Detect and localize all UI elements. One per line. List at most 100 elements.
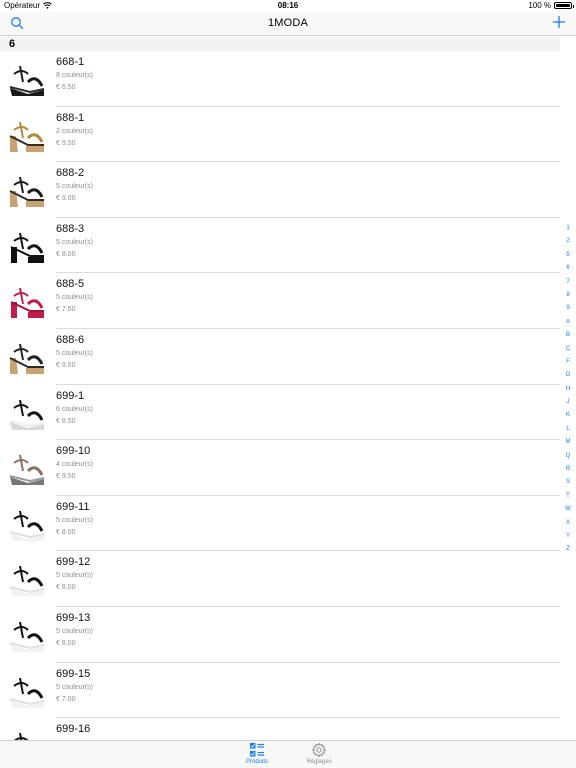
product-thumbnail: [9, 121, 44, 152]
status-time: 08:16: [277, 1, 299, 10]
product-name: 668-1: [56, 56, 85, 68]
product-color-count: 5 couleur(s): [56, 183, 93, 191]
index-letter[interactable]: Z: [566, 543, 570, 556]
product-color-count: 5 couleur(s): [56, 627, 93, 635]
index-letter[interactable]: F: [566, 356, 570, 369]
products-list-icon: [250, 743, 264, 757]
index-letter[interactable]: C: [566, 343, 570, 356]
product-color-count: 8 couleur(s): [56, 72, 93, 79]
product-thumbnail: [9, 65, 45, 96]
product-row[interactable]: 668-1 8 couleur(s) € 6.50: [0, 51, 560, 107]
tab-produits[interactable]: Produits: [232, 742, 282, 768]
index-letter[interactable]: R: [566, 463, 570, 476]
product-name: 699-12: [56, 556, 91, 569]
index-letter[interactable]: X: [566, 517, 570, 530]
product-name: 699-13: [56, 611, 91, 624]
index-letter[interactable]: W: [565, 503, 571, 516]
product-price: € 8.00: [56, 584, 76, 592]
product-name: 688-2: [56, 167, 85, 180]
product-row[interactable]: 688-1 2 couleur(s) € 9.00: [0, 106, 560, 163]
product-thumbnail: [9, 510, 45, 541]
index-letter[interactable]: 2: [566, 235, 569, 248]
product-price: € 8.00: [56, 639, 76, 647]
section-index[interactable]: 1256789ABCFGHJKLMQRSTWXYZ: [563, 222, 573, 557]
battery-percent: 100 %: [528, 1, 551, 10]
product-row[interactable]: 688-3 5 couleur(s) € 8.00: [0, 217, 560, 274]
product-thumbnail: [9, 343, 44, 374]
product-thumbnail: [13, 732, 29, 740]
product-price: € 7.00: [56, 695, 76, 703]
index-letter[interactable]: 1: [566, 222, 569, 235]
index-letter[interactable]: S: [566, 476, 570, 489]
index-letter[interactable]: 6: [566, 262, 569, 275]
product-name: 688-3: [56, 222, 85, 235]
product-thumbnail: [9, 566, 45, 597]
product-price: € 7.50: [56, 306, 76, 314]
product-thumbnail: [9, 621, 45, 652]
index-letter[interactable]: K: [566, 409, 570, 422]
index-letter[interactable]: L: [566, 423, 569, 436]
battery-info: 100 %: [528, 1, 574, 10]
product-thumbnail: [9, 399, 45, 430]
index-letter[interactable]: A: [566, 316, 570, 329]
product-row[interactable]: 699-13 5 couleur(s) € 8.00: [0, 606, 560, 663]
product-thumbnail: [9, 454, 45, 486]
status-bar: Opérateur 08:16 100 %: [0, 0, 576, 12]
product-row[interactable]: 688-5 5 couleur(s) € 7.50: [0, 273, 560, 329]
product-color-count: 2 couleur(s): [56, 127, 93, 135]
product-row[interactable]: 688-6 5 couleur(s) € 9.00: [0, 328, 560, 385]
product-price: € 6.50: [56, 84, 76, 91]
index-letter[interactable]: Y: [566, 530, 570, 543]
product-row[interactable]: 699-10 4 couleur(s) € 9.50: [0, 440, 560, 496]
product-price: € 8.50: [56, 417, 76, 425]
product-price: € 8.00: [56, 250, 76, 258]
product-list[interactable]: 668-1 8 couleur(s) € 6.50 688-1 2 couleur(s)…: [0, 51, 560, 740]
index-letter[interactable]: G: [566, 369, 571, 382]
product-row[interactable]: 699-15 5 couleur(s) € 7.00: [0, 662, 560, 719]
product-row[interactable]: 699-11 5 couleur(s) € 8.00: [0, 495, 560, 552]
product-name: 688-6: [56, 333, 85, 346]
product-name: 688-5: [56, 278, 85, 291]
index-letter[interactable]: J: [567, 396, 570, 409]
index-letter[interactable]: 7: [566, 276, 569, 289]
product-row[interactable]: 688-2 5 couleur(s) € 9.00: [0, 162, 560, 218]
gear-icon: [311, 742, 327, 758]
product-price: € 9.00: [56, 361, 76, 369]
product-thumbnail: [9, 677, 45, 708]
product-name: 699-1: [56, 389, 85, 402]
product-thumbnail: [10, 288, 44, 319]
index-letter[interactable]: 9: [566, 302, 569, 315]
product-color-count: 5 couleur(s): [56, 516, 93, 524]
product-price: € 9.00: [56, 139, 76, 147]
index-letter[interactable]: M: [566, 436, 571, 449]
index-letter[interactable]: B: [566, 329, 570, 342]
page-title: 1MODA: [267, 17, 309, 29]
tab-produits-label: Produits: [245, 759, 268, 765]
tab-reglages-label: Réglages: [306, 759, 332, 765]
index-letter[interactable]: 5: [566, 249, 569, 262]
section-header: 6: [0, 37, 560, 51]
index-letter[interactable]: T: [566, 490, 570, 503]
product-price: € 9.00: [56, 195, 76, 203]
product-row[interactable]: 699-1 6 couleur(s) € 8.50: [0, 384, 560, 441]
product-name: 699-10: [56, 445, 91, 458]
navigation-bar: 1MODA: [0, 12, 576, 36]
tab-reglages[interactable]: Réglages: [294, 742, 344, 768]
product-thumbnail: [9, 177, 44, 208]
product-name: 688-1: [56, 111, 85, 124]
product-color-count: 5 couleur(s): [56, 238, 93, 246]
product-price: € 8.00: [56, 528, 76, 536]
tab-bar: Produits Réglages: [0, 740, 576, 768]
add-icon[interactable]: [552, 15, 566, 29]
index-letter[interactable]: H: [566, 383, 570, 396]
product-name: 699-15: [56, 667, 91, 680]
product-color-count: 5 couleur(s): [56, 349, 93, 357]
product-row[interactable]: 699-16: [0, 718, 560, 740]
battery-icon: [554, 2, 574, 9]
section-header-label: 6: [9, 38, 16, 50]
product-color-count: 5 couleur(s): [56, 294, 93, 302]
index-letter[interactable]: 8: [566, 289, 569, 302]
product-color-count: 5 couleur(s): [56, 683, 93, 691]
index-letter[interactable]: Q: [566, 450, 571, 463]
product-row[interactable]: 699-12 5 couleur(s) € 8.00: [0, 551, 560, 607]
